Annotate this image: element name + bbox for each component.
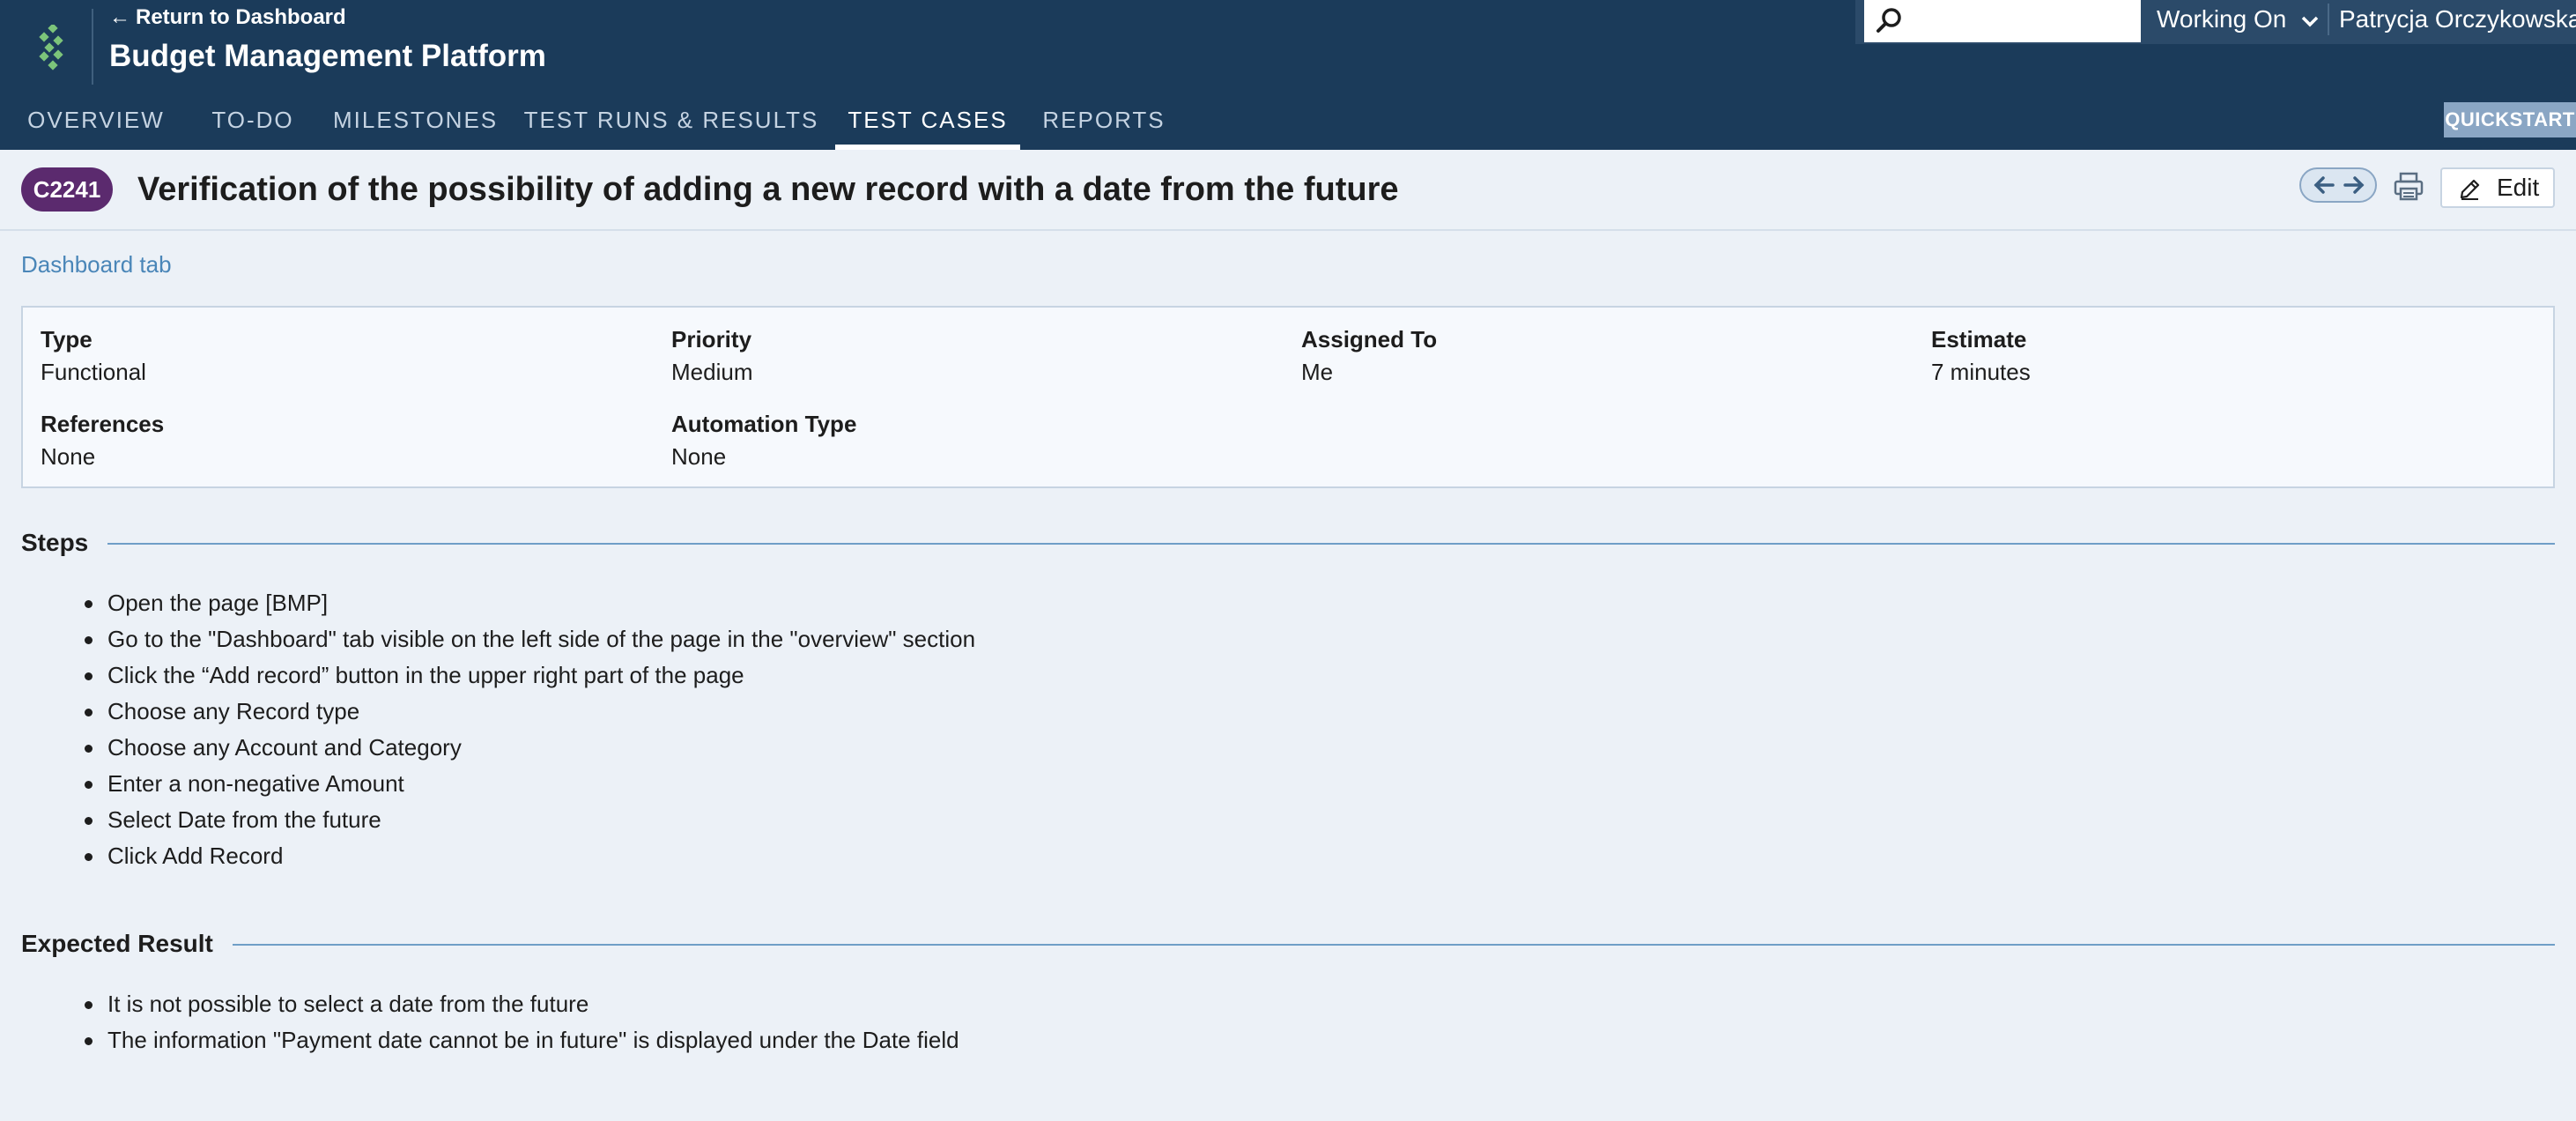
list-item: Select Date from the future (84, 802, 975, 838)
property-value: None (671, 443, 727, 470)
list-item: Choose any Record type (84, 694, 975, 730)
property-label: Estimate (1931, 326, 2027, 353)
list-item: It is not possible to select a date from… (85, 986, 959, 1022)
search-input[interactable] (1864, 0, 2141, 42)
property-priority: Priority Medium (671, 323, 752, 389)
case-id-badge: C2241 (21, 167, 113, 212)
logo-divider (92, 9, 93, 85)
list-item: Click Add Record (84, 838, 975, 874)
page-title: Verification of the possibility of addin… (137, 171, 1399, 208)
return-link-label: Return to Dashboard (136, 5, 346, 29)
logo-icon[interactable] (32, 25, 74, 71)
list-item: The information "Payment date cannot be … (85, 1022, 959, 1058)
property-value: 7 minutes (1931, 359, 2031, 385)
list-item: Click the “Add record” button in the upp… (84, 657, 975, 694)
search-icon (1876, 8, 1901, 33)
list-item: Open the page [BMP] (84, 585, 975, 621)
tab-test-runs-results[interactable]: TEST RUNS & RESULTS (523, 97, 819, 150)
property-label: Assigned To (1301, 326, 1438, 353)
tab-test-cases[interactable]: TEST CASES (835, 97, 1020, 150)
top-right-divider (2328, 4, 2329, 35)
arrow-left-icon[interactable] (2312, 174, 2336, 196)
main-nav: OVERVIEW TO-DO MILESTONES TEST RUNS & RE… (0, 97, 2576, 150)
property-estimate: Estimate 7 minutes (1931, 323, 2031, 389)
property-type: Type Functional (41, 323, 146, 389)
case-navigation (2299, 167, 2377, 203)
list-item: Choose any Account and Category (84, 730, 975, 766)
top-header: ← Return to Dashboard Budget Management P… (0, 0, 2576, 150)
expected-result-title: Expected Result (21, 926, 233, 961)
property-value: Me (1301, 359, 1334, 385)
property-label: References (41, 411, 165, 437)
list-item: Enter a non-negative Amount (84, 766, 975, 802)
section-breadcrumb-link[interactable]: Dashboard tab (21, 249, 172, 280)
steps-title: Steps (21, 525, 108, 560)
tab-overview[interactable]: OVERVIEW (21, 97, 171, 150)
user-menu[interactable]: Patrycja Orczykowska (2339, 0, 2576, 39)
arrow-right-icon[interactable] (2342, 174, 2366, 196)
pencil-icon (2460, 179, 2480, 200)
property-automation-type: Automation Type None (671, 408, 856, 473)
edit-button[interactable]: Edit (2440, 167, 2555, 208)
property-value: None (41, 443, 96, 470)
arrow-left-icon: ← (109, 5, 130, 29)
steps-list: Open the page [BMP] Go to the "Dashboard… (84, 585, 975, 874)
property-label: Priority (671, 326, 752, 353)
section-divider (21, 543, 2555, 545)
quickstart-button[interactable]: QUICKSTART (2444, 102, 2576, 137)
expected-result-list: It is not possible to select a date from… (85, 986, 959, 1058)
edit-button-label: Edit (2497, 174, 2540, 201)
case-title-bar: C2241 Verification of the possibility of… (0, 150, 2576, 231)
property-label: Type (41, 326, 93, 353)
list-item: Go to the "Dashboard" tab visible on the… (84, 621, 975, 657)
property-references: References None (41, 408, 164, 473)
tab-milestones[interactable]: MILESTONES (333, 97, 497, 150)
section-divider (21, 944, 2555, 946)
expected-result-section-header: Expected Result (21, 926, 2555, 961)
print-icon[interactable] (2393, 171, 2424, 203)
chevron-down-icon (2301, 16, 2319, 27)
case-properties-panel: Type Functional Priority Medium Assigned… (21, 306, 2555, 488)
project-title: Budget Management Platform (109, 39, 546, 73)
return-to-dashboard-link[interactable]: ← Return to Dashboard (109, 2, 346, 33)
property-value: Functional (41, 359, 146, 385)
property-value: Medium (671, 359, 753, 385)
property-label: Automation Type (671, 411, 857, 437)
tab-reports[interactable]: REPORTS (1038, 97, 1170, 150)
property-assigned-to: Assigned To Me (1301, 323, 1437, 389)
tab-to-do[interactable]: TO-DO (196, 97, 310, 150)
working-on-dropdown[interactable]: Working On (2157, 0, 2320, 39)
working-on-label: Working On (2157, 5, 2287, 33)
steps-section-header: Steps (21, 525, 2555, 560)
